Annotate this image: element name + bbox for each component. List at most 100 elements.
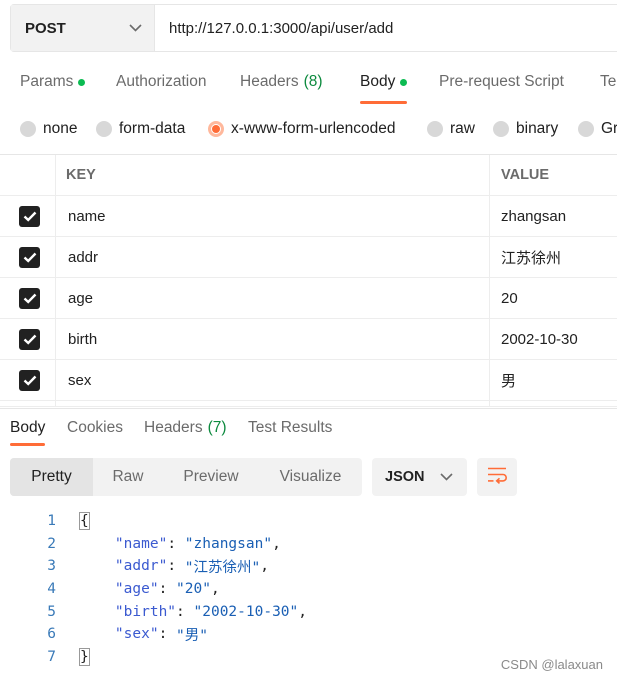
json-comma: , [210, 581, 220, 598]
params-table: KEY VALUE name zhangsan addr 江苏徐州 age 20… [0, 154, 617, 407]
response-headers-count: (7) [207, 418, 227, 436]
line-number: 5 [47, 603, 56, 620]
response-tab-test-results[interactable]: Test Results [248, 409, 332, 446]
request-tabs: Params Authorization Headers (8) Body Pre… [0, 60, 617, 104]
wrap-lines-button[interactable] [477, 458, 517, 496]
tab-pre-request-script[interactable]: Pre-request Script [439, 60, 564, 104]
response-tab-headers[interactable]: Headers (7) [144, 409, 227, 446]
row-key[interactable]: sex [56, 360, 490, 400]
chevron-down-icon [440, 469, 453, 485]
tab-pre-request-script-label: Pre-request Script [439, 73, 564, 90]
row-key[interactable]: birth [56, 319, 490, 359]
json-value: "20" [176, 581, 211, 598]
row-value[interactable]: 20 [490, 278, 617, 318]
row-value[interactable]: 江苏徐州 [490, 237, 617, 277]
tab-body[interactable]: Body [360, 60, 408, 104]
json-value: "zhangsan" [184, 535, 273, 552]
radio-x-www-form-urlencoded[interactable]: x-www-form-urlencoded [208, 114, 396, 144]
body-indicator-dot [400, 78, 408, 86]
url-bar: POST http://127.0.0.1:3000/api/user/add [10, 4, 617, 52]
tab-headers-label: Headers [240, 73, 299, 90]
json-key: "birth" [114, 603, 177, 620]
view-visualize-button[interactable]: Visualize [259, 458, 362, 496]
checkbox-checked-icon[interactable] [19, 205, 40, 227]
line-number: 1 [47, 513, 56, 530]
radio-circle-icon [20, 121, 36, 137]
line-number: 6 [47, 626, 56, 643]
radio-circle-icon [427, 121, 443, 137]
row-check-cell [0, 196, 56, 236]
row-value[interactable]: zhangsan [490, 196, 617, 236]
response-tab-body-label: Body [10, 418, 46, 436]
body-type-radios: none form-data x-www-form-urlencoded raw… [0, 114, 617, 144]
checkbox-checked-icon[interactable] [19, 369, 40, 391]
checkbox-checked-icon[interactable] [19, 328, 40, 350]
radio-graphql[interactable]: Gr [578, 114, 617, 144]
view-pretty-button[interactable]: Pretty [10, 458, 93, 496]
response-tab-test-results-label: Test Results [248, 418, 333, 436]
radio-raw[interactable]: raw [427, 114, 475, 144]
code-line: 5 "birth": "2002-10-30", [0, 600, 617, 623]
headers-count: (8) [303, 73, 323, 90]
response-tab-headers-label: Headers [144, 418, 203, 436]
line-number: 3 [47, 558, 56, 575]
code-line: 1 { [0, 510, 617, 533]
header-check-cell [0, 155, 56, 195]
row-key[interactable]: age [56, 278, 490, 318]
method-label: POST [25, 19, 66, 37]
tab-params[interactable]: Params [20, 60, 86, 104]
radio-circle-icon [493, 121, 509, 137]
url-input[interactable]: http://127.0.0.1:3000/api/user/add [155, 5, 617, 51]
chevron-down-icon [128, 21, 142, 35]
checkbox-checked-icon[interactable] [19, 287, 40, 309]
checkbox-checked-icon[interactable] [19, 246, 40, 268]
line-number: 4 [47, 581, 56, 598]
view-preview-button[interactable]: Preview [163, 458, 259, 496]
response-tabs: Body Cookies Headers (7) Test Results [0, 408, 617, 446]
row-key[interactable]: addr [56, 237, 490, 277]
json-key: "age" [114, 581, 159, 598]
format-select[interactable]: JSON [372, 458, 467, 496]
radio-selected-icon [208, 121, 224, 137]
json-key: "name" [114, 535, 168, 552]
params-indicator-dot [78, 78, 86, 86]
row-check-cell [0, 237, 56, 277]
tab-tests[interactable]: Te [600, 60, 616, 104]
code-line: 3 "addr": "江苏徐州", [0, 555, 617, 578]
row-check-cell [0, 278, 56, 318]
tab-params-label: Params [20, 73, 74, 90]
radio-circle-icon [578, 121, 594, 137]
view-raw-button[interactable]: Raw [93, 458, 163, 496]
radio-form-data-label: form-data [119, 120, 186, 137]
row-key-empty[interactable] [56, 401, 490, 406]
row-key[interactable]: name [56, 196, 490, 236]
json-key: "addr" [114, 558, 168, 575]
response-tab-cookies-label: Cookies [67, 418, 123, 436]
json-value: "江苏徐州" [184, 559, 261, 576]
row-value-empty[interactable] [490, 401, 617, 406]
row-check-cell [0, 319, 56, 359]
response-tab-cookies[interactable]: Cookies [67, 409, 123, 446]
table-row: addr 江苏徐州 [0, 237, 617, 278]
code-line: 4 "age": "20", [0, 578, 617, 601]
radio-binary[interactable]: binary [493, 114, 558, 144]
tab-authorization[interactable]: Authorization [116, 60, 206, 104]
method-select[interactable]: POST [11, 5, 155, 51]
row-check-cell [0, 401, 56, 406]
value-column-header: VALUE [501, 167, 550, 183]
table-row: age 20 [0, 278, 617, 319]
radio-graphql-label: Gr [601, 120, 617, 137]
tab-headers[interactable]: Headers (8) [240, 60, 323, 104]
tab-authorization-label: Authorization [116, 73, 207, 90]
radio-none[interactable]: none [20, 114, 77, 144]
row-value[interactable]: 男 [490, 360, 617, 400]
open-brace: { [79, 512, 90, 531]
radio-none-label: none [43, 120, 78, 137]
format-label: JSON [385, 469, 425, 485]
row-value[interactable]: 2002-10-30 [490, 319, 617, 359]
response-tab-body[interactable]: Body [10, 409, 46, 446]
json-comma: , [298, 603, 307, 620]
table-row: birth 2002-10-30 [0, 319, 617, 360]
radio-form-data[interactable]: form-data [96, 114, 185, 144]
table-row-empty [0, 401, 617, 407]
